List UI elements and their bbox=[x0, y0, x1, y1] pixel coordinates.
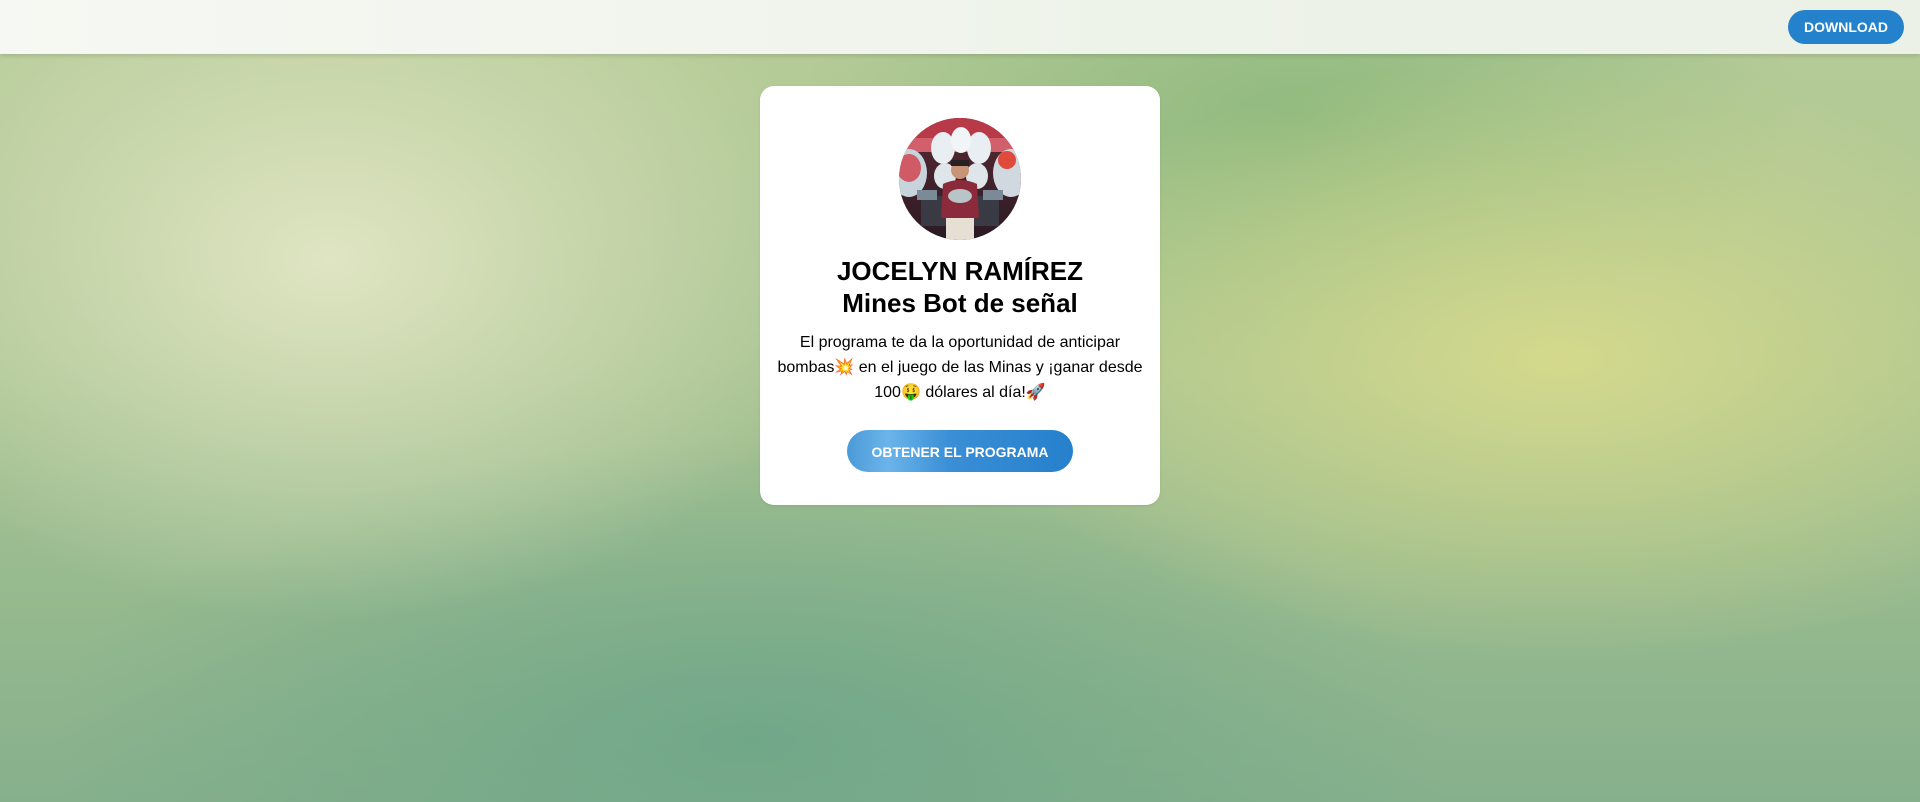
profile-photo-icon bbox=[899, 118, 1021, 240]
top-bar: DOWNLOAD bbox=[0, 0, 1920, 54]
profile-card: JOCELYN RAMÍREZ Mines Bot de señal El pr… bbox=[760, 86, 1160, 505]
bot-owner-name: JOCELYN RAMÍREZ bbox=[836, 256, 1084, 286]
bot-description: El programa te da la oportunidad de anti… bbox=[777, 334, 1143, 401]
download-button[interactable]: DOWNLOAD bbox=[1788, 10, 1904, 44]
page-title: JOCELYN RAMÍREZ Mines Bot de señal bbox=[760, 255, 1160, 319]
avatar bbox=[899, 118, 1021, 240]
get-program-button[interactable]: OBTENER EL PROGRAMA bbox=[847, 430, 1073, 472]
bot-subtitle: Mines Bot de señal bbox=[842, 288, 1078, 318]
